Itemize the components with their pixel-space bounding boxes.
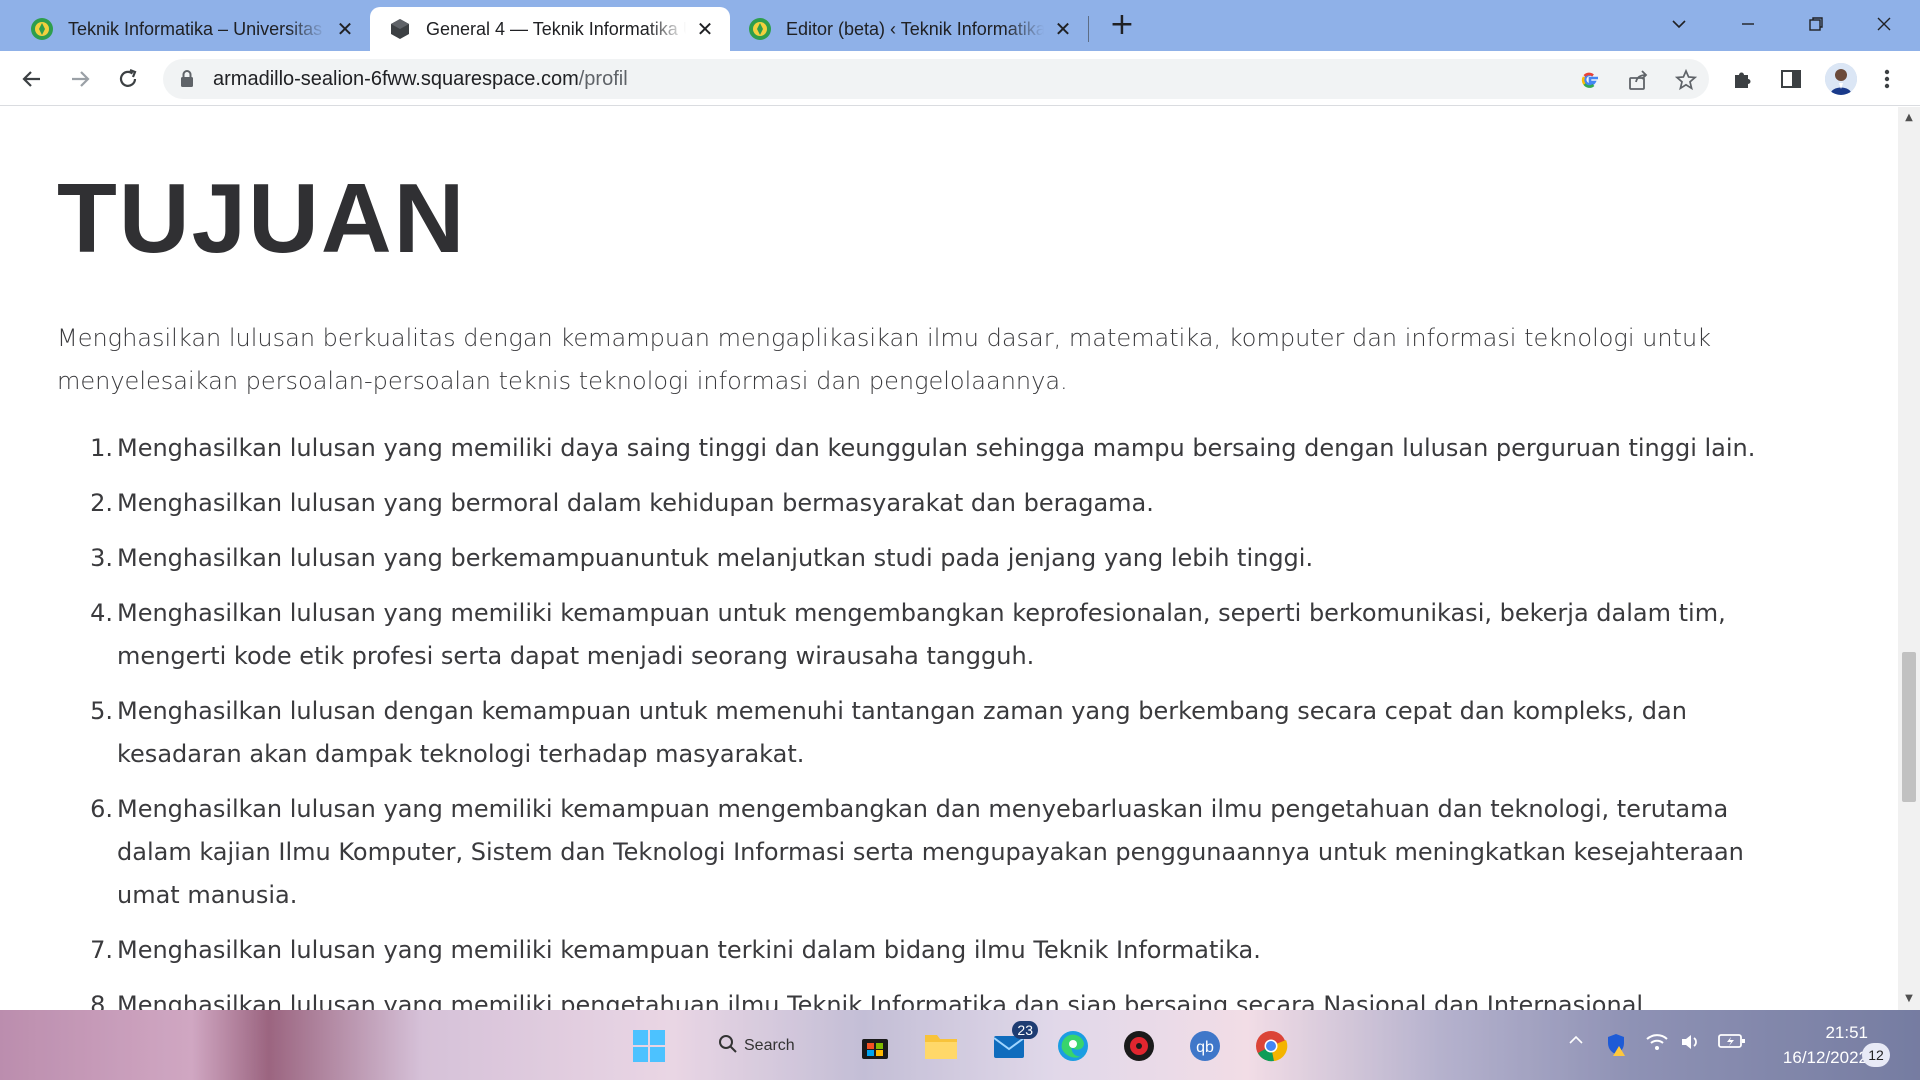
menu-kebab-icon[interactable] — [1874, 66, 1900, 92]
list-item-text: Menghasilkan lulusan yang memiliki kemam… — [117, 936, 1261, 964]
chrome-browser-icon[interactable] — [1252, 1027, 1290, 1065]
list-number: 7. — [90, 936, 113, 964]
forward-arrow-icon[interactable] — [62, 61, 98, 97]
close-tab-icon[interactable]: ✕ — [1052, 18, 1074, 40]
security-shield-icon[interactable] — [1604, 1032, 1628, 1056]
microsoft-store-icon[interactable] — [856, 1027, 894, 1065]
goals-list: 1. Menghasilkan lulusan yang memiliki day… — [57, 427, 1777, 1010]
page-viewport: TUJUAN Menghasilkan lulusan berkualitas … — [0, 107, 1898, 1010]
list-item-text: Menghasilkan lulusan yang berkemampuanun… — [117, 544, 1314, 572]
list-item-text: Menghasilkan lulusan dengan kemampuan un… — [117, 697, 1687, 768]
list-item-text: Menghasilkan lulusan yang bermoral dalam… — [117, 489, 1154, 517]
url-path: /profil — [578, 68, 628, 90]
share-icon[interactable] — [1625, 67, 1651, 93]
list-item-text: Menghasilkan lulusan yang memiliki penge… — [117, 991, 1651, 1010]
windows-start-icon[interactable] — [630, 1027, 668, 1065]
list-item-text: Menghasilkan lulusan yang memiliki kemam… — [117, 599, 1726, 670]
reload-icon[interactable] — [110, 61, 146, 97]
university-logo-icon — [30, 17, 54, 41]
taskbar-search[interactable]: Search — [718, 1032, 818, 1060]
tab-strip: Teknik Informatika – Universitas P ✕ Gen… — [0, 0, 1920, 51]
tray-overflow-chevron-icon[interactable] — [1568, 1032, 1584, 1048]
taskbar-clock[interactable]: 21:51 16/12/2022 — [1758, 1020, 1868, 1070]
list-item: 2. Menghasilkan lulusan yang bermoral dal… — [57, 482, 1777, 525]
media-app-icon[interactable] — [1120, 1027, 1158, 1065]
lock-icon[interactable] — [179, 69, 195, 93]
list-number: 2. — [90, 489, 113, 517]
windows-taskbar: Search 23 qb 21:51 16/12/2022 12 — [0, 1010, 1920, 1080]
tab-search-chevron-icon[interactable] — [1659, 8, 1699, 40]
bookmark-star-icon[interactable] — [1673, 67, 1699, 93]
list-item: 4. Menghasilkan lulusan yang memiliki kem… — [57, 592, 1777, 678]
close-tab-icon[interactable]: ✕ — [334, 18, 356, 40]
close-window-icon[interactable] — [1864, 8, 1904, 40]
list-item-text: Menghasilkan lulusan yang memiliki kemam… — [117, 795, 1744, 909]
list-item: 5. Menghasilkan lulusan dengan kemampuan … — [57, 690, 1777, 776]
list-item: 1. Menghasilkan lulusan yang memiliki day… — [57, 427, 1777, 470]
tab-teknik-informatika[interactable]: Teknik Informatika – Universitas P ✕ — [12, 7, 370, 51]
page-scrollbar[interactable]: ▲ ▼ — [1898, 107, 1920, 1010]
scroll-up-arrow-icon[interactable]: ▲ — [1898, 109, 1920, 127]
wifi-icon[interactable] — [1645, 1032, 1669, 1052]
close-tab-icon[interactable]: ✕ — [694, 18, 716, 40]
list-number: 4. — [90, 599, 113, 627]
minimize-icon[interactable] — [1728, 8, 1768, 40]
tab-title: Teknik Informatika – Universitas P — [68, 18, 326, 39]
side-panel-icon[interactable] — [1778, 66, 1804, 92]
tab-editor-beta[interactable]: Editor (beta) ‹ Teknik Informatika ✕ — [730, 7, 1088, 51]
scroll-down-arrow-icon[interactable]: ▼ — [1898, 990, 1920, 1008]
qb-label: qb — [1196, 1039, 1214, 1056]
browser-toolbar: armadillo-sealion-6fww.squarespace.com/p… — [0, 51, 1920, 106]
tab-title: General 4 — Teknik Informatika U — [426, 18, 686, 39]
url-host: armadillo-sealion-6fww.squarespace.com — [213, 68, 579, 90]
battery-charging-icon[interactable] — [1718, 1032, 1746, 1050]
file-explorer-icon[interactable] — [922, 1027, 960, 1065]
list-number: 8. — [90, 991, 113, 1010]
qbittorrent-icon[interactable]: qb — [1186, 1027, 1224, 1065]
list-number: 5. — [90, 697, 113, 725]
list-number: 3. — [90, 544, 113, 572]
list-item: 3. Menghasilkan lulusan yang berkemampuan… — [57, 537, 1777, 580]
tab-general-4[interactable]: General 4 — Teknik Informatika U ✕ — [370, 7, 730, 51]
list-item-text: Menghasilkan lulusan yang memiliki daya … — [117, 434, 1756, 462]
list-number: 6. — [90, 795, 113, 823]
search-icon — [718, 1034, 738, 1059]
mail-badge: 23 — [1012, 1021, 1038, 1039]
scrollbar-thumb[interactable] — [1902, 652, 1916, 802]
profile-avatar[interactable] — [1825, 63, 1857, 95]
clock-time: 21:51 — [1825, 1023, 1868, 1042]
new-tab-button[interactable]: + — [1106, 10, 1138, 42]
list-item: 7. Menghasilkan lulusan yang memiliki kem… — [57, 929, 1777, 972]
mail-icon[interactable]: 23 — [990, 1021, 1038, 1065]
page-title: TUJUAN — [57, 163, 467, 273]
restore-icon[interactable] — [1796, 8, 1836, 40]
url-text[interactable]: armadillo-sealion-6fww.squarespace.com/p… — [213, 68, 628, 91]
notification-count-badge[interactable]: 12 — [1862, 1043, 1890, 1067]
tab-title: Editor (beta) ‹ Teknik Informatika — [786, 18, 1044, 39]
list-item: 8. Menghasilkan lulusan yang memiliki pen… — [57, 984, 1777, 1010]
back-arrow-icon[interactable] — [14, 61, 50, 97]
intro-paragraph: Menghasilkan lulusan berkualitas dengan … — [57, 324, 1712, 395]
clock-date: 16/12/2022 — [1782, 1048, 1868, 1067]
cube-icon — [388, 17, 412, 41]
list-number: 1. — [90, 434, 113, 462]
extensions-puzzle-icon[interactable] — [1730, 66, 1756, 92]
tab-separator — [1088, 16, 1089, 42]
search-label: Search — [744, 1037, 795, 1054]
volume-icon[interactable] — [1680, 1032, 1702, 1052]
edge-browser-icon[interactable] — [1054, 1027, 1092, 1065]
address-bar[interactable]: armadillo-sealion-6fww.squarespace.com/p… — [163, 59, 1709, 99]
list-item: 6. Menghasilkan lulusan yang memiliki kem… — [57, 788, 1777, 917]
google-lens-icon[interactable] — [1577, 67, 1603, 93]
university-logo-icon — [748, 17, 772, 41]
